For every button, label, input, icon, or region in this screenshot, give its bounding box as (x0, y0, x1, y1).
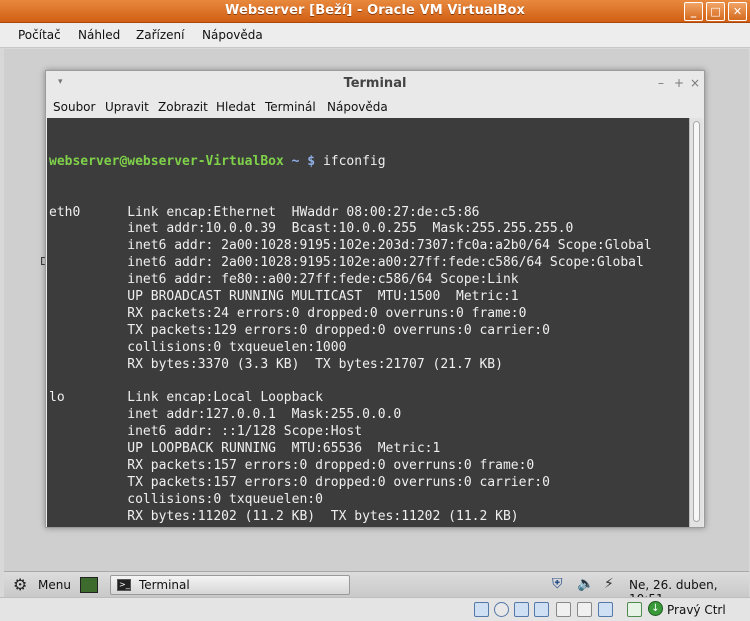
panel-menu-button[interactable]: Menu (38, 578, 71, 592)
terminal-scrollbar[interactable] (689, 118, 703, 527)
scrollbar-thumb[interactable] (693, 121, 700, 522)
terminal-maximize-button[interactable]: + (674, 76, 684, 90)
terminal-minimize-button[interactable]: – (658, 76, 664, 90)
vbox-menubar: Počítač Náhled Zařízení Nápověda (0, 23, 750, 48)
terminal-menu-zobrazit[interactable]: Zobrazit (158, 100, 208, 114)
terminal-title: Terminal (343, 76, 407, 91)
menu-nahled[interactable]: Náhled (78, 28, 120, 42)
output-line: inet6 addr: 2a00:1028:9195:102e:203d:730… (49, 238, 652, 254)
command-line: webserver@webserver-VirtualBox ~ $ ifcon… (49, 154, 652, 171)
host-key-label: Pravý Ctrl (667, 603, 726, 617)
optical-drive-icon[interactable] (494, 602, 509, 617)
prompt-user: webserver@webserver-VirtualBox (49, 153, 284, 169)
output-block: eth0 Link encap:Ethernet HWaddr 08:00:27… (49, 205, 652, 527)
output-line: RX bytes:3370 (3.3 KB) TX bytes:21707 (2… (49, 356, 503, 372)
terminal-menu-napoveda[interactable]: Nápověda (327, 100, 388, 114)
terminal-output-area[interactable]: webserver@webserver-VirtualBox ~ $ ifcon… (47, 118, 690, 527)
output-line: inet addr:127.0.0.1 Mask:255.0.0.0 (49, 407, 402, 423)
window-title: Webserver [Beží] - Oracle VM VirtualBox (224, 3, 526, 18)
command-text: ifconfig (322, 153, 386, 169)
terminal-menu-terminal[interactable]: Terminál (265, 100, 316, 114)
output-line: collisions:0 txqueuelen:0 (49, 491, 331, 507)
output-line: eth0 Link encap:Ethernet HWaddr 08:00:27… (49, 204, 496, 220)
output-line: inet6 addr: 2a00:1028:9195:102e:a00:27ff… (49, 255, 644, 271)
network-icon[interactable]: ⚡ (604, 576, 614, 592)
vbox-statusbar: ↓ Pravý Ctrl (0, 597, 750, 621)
output-line: inet addr:10.0.0.39 Bcast:10.0.0.255 Mas… (49, 221, 574, 237)
guest-panel: ⚙ Menu >_ Terminal ⛨ 🔈 ⚡ Ne, 26. duben, … (4, 571, 749, 606)
recording-icon[interactable] (598, 602, 613, 617)
output-line: UP LOOPBACK RUNNING MTU:65536 Metric:1 (49, 440, 441, 456)
output-line: UP BROADCAST RUNNING MULTICAST MTU:1500 … (49, 288, 519, 304)
terminal-menu-upravit[interactable]: Upravit (105, 100, 149, 114)
output-line: TX packets:157 errors:0 dropped:0 overru… (49, 474, 550, 490)
menu-zarizeni[interactable]: Zařízení (136, 28, 184, 42)
output-line: inet6 addr: ::1/128 Scope:Host (49, 424, 363, 440)
taskbar-item-terminal[interactable]: >_ Terminal (110, 575, 350, 595)
shield-icon[interactable]: ⛨ (552, 576, 563, 592)
hard-disk-icon[interactable] (474, 602, 489, 617)
terminal-window[interactable]: ▾ Terminal – + × Soubor Upravit Zobrazit… (45, 70, 705, 528)
minimize-button[interactable]: _ (684, 2, 703, 21)
output-line: RX packets:157 errors:0 dropped:0 overru… (49, 457, 535, 473)
terminal-lines: webserver@webserver-VirtualBox ~ $ ifcon… (49, 120, 652, 527)
menu-pocitac[interactable]: Počítač (18, 28, 61, 42)
output-line: lo Link encap:Local Loopback (49, 390, 339, 406)
menu-napoveda[interactable]: Nápověda (202, 28, 263, 42)
show-desktop-icon[interactable] (80, 577, 98, 593)
prompt-path: ~ $ (291, 153, 316, 169)
terminal-close-button[interactable]: × (690, 76, 700, 90)
mouse-integration-icon[interactable] (627, 602, 642, 617)
output-line: RX bytes:11202 (11.2 KB) TX bytes:11202 … (49, 508, 519, 524)
output-line: collisions:0 txqueuelen:1000 (49, 339, 355, 355)
maximize-button[interactable]: □ (706, 2, 725, 21)
terminal-icon: >_ (117, 579, 131, 591)
close-button[interactable]: ✕ (728, 2, 747, 21)
output-line: inet6 addr: fe80::a00:27ff:fede:c586/64 … (49, 272, 519, 288)
usb-icon[interactable] (514, 602, 529, 617)
gear-icon[interactable]: ⚙ (13, 575, 27, 594)
terminal-menu-hledat[interactable]: Hledat (216, 100, 255, 114)
shared-folder-icon[interactable] (556, 602, 571, 617)
keyboard-capture-icon[interactable]: ↓ (648, 601, 663, 616)
display-icon[interactable] (577, 602, 592, 617)
terminal-menu-soubor[interactable]: Soubor (53, 100, 95, 114)
output-line: RX packets:24 errors:0 dropped:0 overrun… (49, 305, 527, 321)
vbox-titlebar[interactable]: Webserver [Beží] - Oracle VM VirtualBox … (0, 0, 750, 23)
volume-icon[interactable]: 🔈 (577, 576, 594, 592)
taskbar-item-label: Terminal (139, 578, 190, 592)
output-line: TX packets:129 errors:0 dropped:0 overru… (49, 322, 550, 338)
network-adapter-icon[interactable] (534, 602, 549, 617)
